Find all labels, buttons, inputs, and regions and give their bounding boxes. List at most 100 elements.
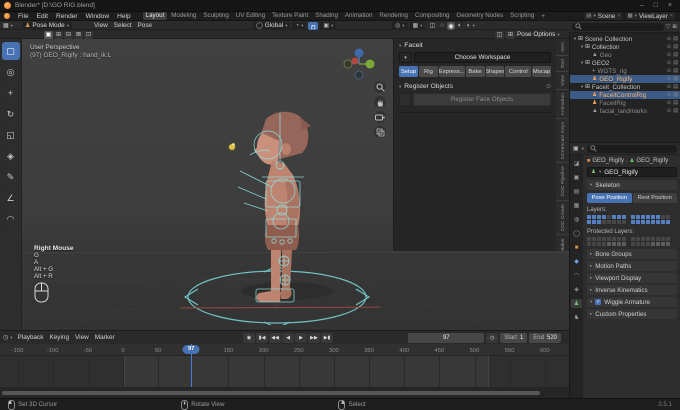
workspace-tab-shading[interactable]: Shading <box>312 12 341 20</box>
eye-icon[interactable]: ⊙ <box>667 76 671 82</box>
layer-toggle[interactable] <box>636 215 640 219</box>
section-motion-paths[interactable]: ▸ Motion Paths <box>587 261 677 271</box>
properties-tab-object[interactable]: ■ <box>571 243 582 252</box>
snap-magnet-toggle[interactable]: Ω <box>308 21 319 30</box>
faceit-panel-header[interactable]: ▾ Faceit <box>399 42 551 49</box>
choose-workspace-dropdown[interactable]: Choose Workspace <box>414 52 551 63</box>
layer-toggle[interactable] <box>587 242 591 246</box>
properties-tab-bone[interactable]: ♞ <box>571 313 582 322</box>
outliner-row-geo2[interactable]: ▾ ⊞ GEO2 ⊙ ▤ <box>570 59 680 67</box>
menu-file[interactable]: File <box>14 13 33 20</box>
timeline-menu-marker[interactable]: Marker <box>92 334 118 341</box>
shading-dropdown-icon[interactable]: ▾ <box>473 23 475 29</box>
xray-toggle[interactable]: ◫ <box>427 22 437 29</box>
sidebar-tab-view[interactable]: View <box>556 71 569 89</box>
layer-toggle[interactable] <box>617 215 621 219</box>
layer-toggle[interactable] <box>612 242 616 246</box>
properties-tab-tool[interactable]: ◪ <box>571 159 582 168</box>
unlink-scene-icon[interactable]: × <box>617 13 620 19</box>
datablock-name-field[interactable]: ♟ ▾ GEO_Rigify <box>587 167 677 177</box>
faceit-tab-control[interactable]: Control <box>505 66 532 77</box>
section-viewport-display[interactable]: ▸ Viewport Display <box>587 273 677 283</box>
eye-icon[interactable]: ⊙ <box>667 36 671 42</box>
section-wiggle-armature[interactable]: ▾ ✓ Wiggle Armature <box>587 297 677 307</box>
outliner-row-collection[interactable]: ▾ ⊞ Collection ⊙ ▤ <box>570 43 680 51</box>
layer-toggle[interactable] <box>666 242 670 246</box>
select-subtract-icon[interactable]: ⊟ <box>64 30 73 39</box>
outliner-row-facial-landmarks[interactable]: ▲ facial_landmarks ⊙ ▤ <box>570 107 680 115</box>
layer-toggle[interactable] <box>666 237 670 241</box>
layer-toggle[interactable] <box>631 242 635 246</box>
jump-end-button[interactable]: ▶▮ <box>321 332 333 343</box>
layer-toggle[interactable] <box>631 237 635 241</box>
camera-icon[interactable]: ▤ <box>673 44 678 50</box>
outliner-row-wgts-rig[interactable]: + WGTS_rig ⊙ ▤ <box>570 67 680 75</box>
layer-toggle[interactable] <box>651 237 655 241</box>
pivot-point-button[interactable]: ◔ ▾ <box>292 21 307 30</box>
layer-toggle[interactable] <box>607 237 611 241</box>
select-set-icon[interactable]: ▣ <box>44 30 53 39</box>
workspace-tab-rendering[interactable]: Rendering <box>376 12 411 20</box>
layer-toggle[interactable] <box>607 220 611 224</box>
layer-toggle[interactable] <box>597 215 601 219</box>
sidebar-tab-hd-maker[interactable]: HD Maker <box>556 234 569 251</box>
layer-toggle[interactable] <box>622 237 626 241</box>
layer-toggle[interactable] <box>607 215 611 219</box>
tool-move[interactable]: + <box>1 84 20 102</box>
pin-icon[interactable]: ⊙ <box>546 83 551 90</box>
workspace-tab-geometry-nodes[interactable]: Geometry Nodes <box>453 12 506 20</box>
viewport-menu-pose[interactable]: Pose <box>136 22 155 29</box>
layer-toggle[interactable] <box>636 242 640 246</box>
navigation-gizmo[interactable] <box>342 47 376 81</box>
register-options-button[interactable] <box>399 93 411 106</box>
workspace-prev-button[interactable]: ▾ <box>399 52 412 63</box>
section-bone-groups[interactable]: ▸ Bone Groups <box>587 249 677 259</box>
layer-toggle[interactable] <box>607 242 611 246</box>
layer-toggle[interactable] <box>641 215 645 219</box>
layer-toggle[interactable] <box>622 242 626 246</box>
layer-toggle[interactable] <box>622 215 626 219</box>
play-reverse-button[interactable]: ◀ <box>282 332 294 343</box>
workspace-tab-layout[interactable]: Layout <box>142 12 168 20</box>
current-frame-field[interactable]: 97 <box>408 332 485 343</box>
layer-toggle[interactable] <box>597 237 601 241</box>
timeline-menu-playback[interactable]: Playback <box>15 334 47 341</box>
layer-toggle[interactable] <box>656 215 660 219</box>
tool-annotate[interactable]: ✎ <box>1 168 20 186</box>
menu-edit[interactable]: Edit <box>33 13 52 20</box>
eye-icon[interactable]: ⊙ <box>667 100 671 106</box>
select-intersect-icon[interactable]: ⊡ <box>84 30 93 39</box>
shading-rendered-button[interactable]: ◑ <box>465 22 471 29</box>
transform-mirror-icon[interactable]: ◫ <box>495 30 504 39</box>
shading-material-button[interactable]: ◐ <box>457 22 463 29</box>
layer-toggle[interactable] <box>592 220 596 224</box>
outliner-row-scene-collection[interactable]: ▾ ⊞ Scene Collection ⊙ ▤ <box>570 35 680 43</box>
timeline-editor-icon[interactable]: ◷ <box>3 334 8 341</box>
eye-icon[interactable]: ⊙ <box>667 84 671 90</box>
blender-menu-icon[interactable] <box>4 13 10 19</box>
tool-scale[interactable]: ◱ <box>1 126 20 144</box>
faceit-tab-bake[interactable]: Bake <box>465 66 485 77</box>
camera-icon[interactable]: ▤ <box>673 84 678 90</box>
scrollbar-handle[interactable] <box>2 391 540 395</box>
eye-icon[interactable]: ⊙ <box>667 92 671 98</box>
properties-tab-constraints[interactable]: ◈ <box>571 285 582 294</box>
layer-toggle[interactable] <box>661 215 665 219</box>
layer-toggle[interactable] <box>656 220 660 224</box>
tool-select-box[interactable]: ▢ <box>1 42 20 60</box>
eye-icon[interactable]: ⊙ <box>667 108 671 114</box>
skeleton-section-header[interactable]: ▾ Skeleton <box>587 180 677 190</box>
timeline-menu-keying[interactable]: Keying <box>46 334 72 341</box>
layer-toggle[interactable] <box>651 215 655 219</box>
sidebar-tab-screencast-keys[interactable]: Screencast Keys <box>556 118 569 163</box>
mode-selector[interactable]: ♟ Pose Mode ▾ <box>22 21 72 30</box>
layer-toggle[interactable] <box>612 215 616 219</box>
auto-keying-toggle[interactable]: ◉ <box>243 332 255 343</box>
transform-pivot-icon[interactable]: ⊞ <box>506 30 515 39</box>
jump-start-button[interactable]: ▮◀ <box>256 332 268 343</box>
sidebar-tab-coc-create[interactable]: COC Create <box>556 200 569 234</box>
layer-toggle[interactable] <box>656 237 660 241</box>
tool-measure[interactable]: ∠ <box>1 189 20 207</box>
filter-icon[interactable]: ▽ <box>666 23 671 30</box>
layer-toggle[interactable] <box>602 220 606 224</box>
